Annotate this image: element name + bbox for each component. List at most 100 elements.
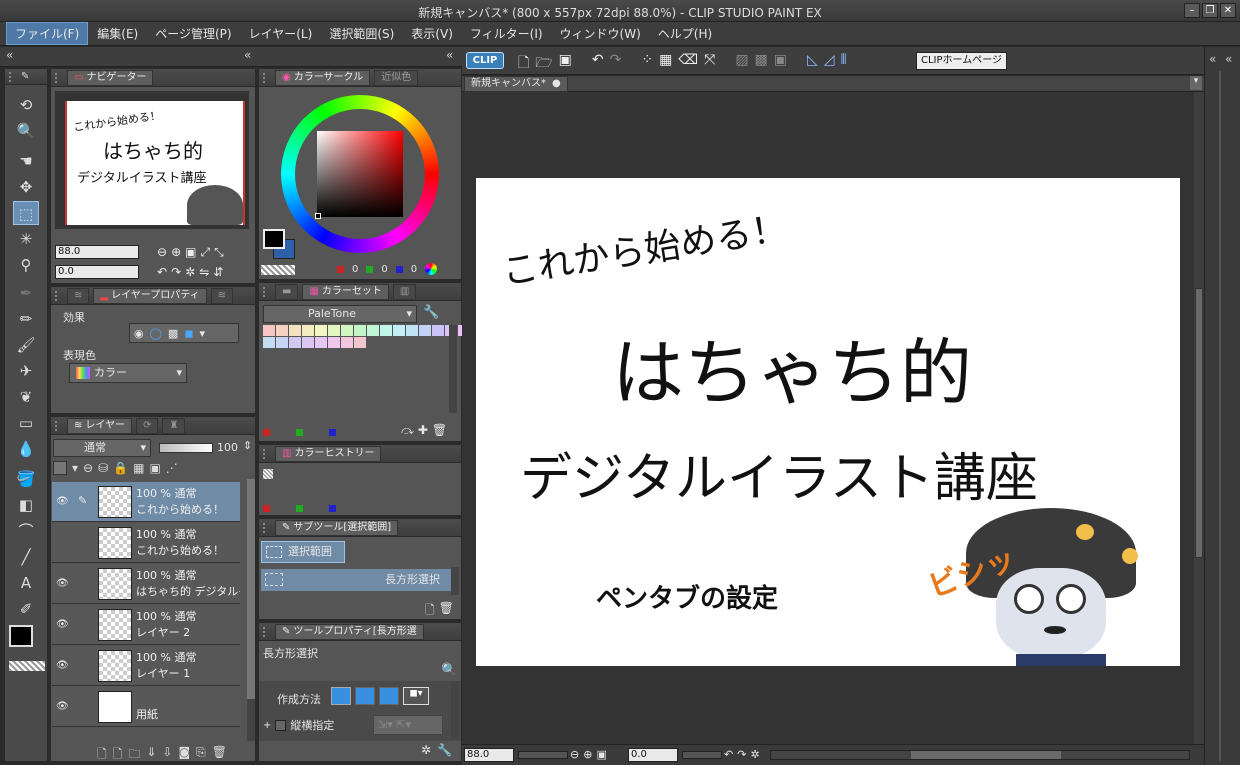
blend-tool-icon[interactable]: 💧	[13, 437, 39, 461]
color-set-select[interactable]: PaleTone ▾	[263, 305, 417, 323]
flip-horizontal-icon[interactable]: ⇋	[199, 265, 209, 279]
tone-effect-icon[interactable]: ◯	[150, 327, 162, 340]
figure-tool-icon[interactable]: ⌒	[13, 519, 39, 543]
layer-tab[interactable]: ≋ レイヤー	[67, 417, 133, 434]
hue-ring[interactable]	[281, 95, 439, 253]
canvas-area[interactable]: これから始める！ はちゃち的 デジタルイラスト講座 ペンタブの設定 ビシッ	[462, 92, 1204, 744]
canvas[interactable]: これから始める！ はちゃち的 デジタルイラスト講座 ペンタブの設定 ビシッ	[476, 178, 1180, 666]
navigator-rotation-field[interactable]: 0.0	[55, 265, 139, 279]
selection-mode-dropdown[interactable]: ◼▾	[403, 687, 429, 705]
color-swatch[interactable]	[276, 337, 288, 348]
magic-wand-icon[interactable]: ✳	[13, 227, 39, 251]
blend-mode-select[interactable]: 通常 ▾	[53, 439, 151, 457]
visibility-eye-icon[interactable]: 👁	[56, 660, 70, 671]
menu-view[interactable]: 表示(V)	[403, 23, 461, 44]
menu-selection[interactable]: 選択範囲(S)	[321, 23, 402, 44]
add-selection-icon[interactable]	[355, 687, 375, 705]
color-swatch[interactable]	[367, 325, 379, 336]
color-swatch[interactable]	[276, 325, 288, 336]
collapse-mid2-icon[interactable]: «	[446, 47, 453, 63]
main-color-swatch[interactable]	[9, 625, 33, 647]
eraser-tool-icon[interactable]: ▭	[13, 411, 39, 435]
status-rotation-field[interactable]: 0.0	[628, 748, 678, 762]
airbrush-tool-icon[interactable]: ✈	[13, 359, 39, 383]
rotate-right-icon[interactable]: ↷	[171, 265, 181, 279]
opacity-slider[interactable]	[159, 443, 213, 453]
close-tab-icon[interactable]: ●	[552, 77, 561, 91]
opacity-spin-icon[interactable]: ⇕	[243, 439, 252, 452]
visibility-eye-icon[interactable]: 👁	[56, 701, 70, 712]
menu-help[interactable]: ヘルプ(H)	[650, 23, 720, 44]
move-tool-icon[interactable]: ✥	[13, 175, 39, 199]
sub-tool-tab[interactable]: ✎ サブツール[選択範囲]	[275, 519, 399, 536]
transform-icon[interactable]: ⤧	[704, 52, 715, 76]
selection-tool-icon[interactable]: ⬚	[13, 201, 39, 225]
animation-tab[interactable]: ⟳	[136, 417, 159, 434]
aspect-type-select[interactable]: ⇲▾ ⇱▾	[373, 715, 443, 735]
brush-tool-icon[interactable]: 🖌	[13, 333, 39, 357]
color-set-settings-icon[interactable]: 🔧	[423, 305, 439, 320]
subtract-selection-icon[interactable]	[379, 687, 399, 705]
tool-property-scrollbar[interactable]	[451, 681, 459, 739]
correct-line-tool-icon[interactable]: ✐	[13, 597, 39, 621]
collapse-mid-icon[interactable]: «	[244, 47, 251, 63]
close-icon[interactable]: ✕	[1220, 3, 1236, 18]
color-swatch[interactable]	[341, 325, 353, 336]
color-history-tab[interactable]: ▥ カラーヒストリー	[275, 445, 382, 462]
layer-other-tab[interactable]: ≋	[210, 287, 233, 304]
reset-settings-icon[interactable]: ✲	[421, 743, 431, 757]
flip-vertical-icon[interactable]: ⇵	[213, 265, 223, 279]
color-swatch[interactable]	[315, 325, 327, 336]
tab-list-icon[interactable]: ▾	[1190, 76, 1202, 90]
mask-enable-icon[interactable]: ▣	[149, 461, 160, 475]
gradient-tool-icon[interactable]: ◧	[13, 493, 39, 517]
merge-down-icon[interactable]: ⇓	[146, 745, 156, 765]
select-layer-icon[interactable]: ▣	[774, 52, 787, 76]
save-icon[interactable]: ▣	[559, 52, 572, 76]
color-swatch[interactable]	[328, 337, 340, 348]
color-swatch[interactable]	[263, 325, 275, 336]
undo-icon[interactable]: ↶	[592, 52, 604, 76]
create-mask-icon[interactable]: ◙	[178, 745, 190, 765]
status-rotation-slider[interactable]	[682, 751, 722, 759]
transfer-down-icon[interactable]: ⇩	[162, 745, 172, 765]
delete-sub-tool-icon[interactable]: 🗑	[439, 601, 454, 622]
expand-right-icon[interactable]: «	[1209, 51, 1216, 67]
new-raster-layer-icon[interactable]: 🗋	[97, 745, 107, 765]
clip-logo-button[interactable]: CLIP	[466, 52, 504, 69]
color-swatch[interactable]	[302, 325, 314, 336]
tool-settings-icon[interactable]: 🔧	[437, 743, 452, 757]
layer-row[interactable]: 👁 用紙	[52, 687, 240, 727]
status-zoom-in-icon[interactable]: ⊕	[583, 748, 592, 761]
clip-home-button[interactable]: CLIPホームページ	[916, 52, 1008, 70]
aspect-checkbox[interactable]	[275, 719, 287, 731]
color-swatch[interactable]	[406, 325, 418, 336]
new-selection-icon[interactable]	[331, 687, 351, 705]
lock-layer-icon[interactable]: 🔒	[113, 461, 128, 475]
hand-tool-icon[interactable]: ☚	[13, 149, 39, 173]
red-value[interactable]: 0	[352, 264, 358, 275]
color-swatch[interactable]	[263, 337, 275, 348]
circle-main-color[interactable]	[263, 229, 285, 249]
color-swatch[interactable]	[380, 325, 392, 336]
color-swatch[interactable]	[315, 337, 327, 348]
layer-search-tab[interactable]: ≋	[67, 287, 90, 304]
color-circle-tab[interactable]: ◉ カラーサークル	[275, 69, 371, 86]
maximize-icon[interactable]: ❐	[1202, 3, 1218, 18]
opacity-value[interactable]: 100	[217, 439, 241, 457]
layer-color-effect-icon[interactable]: ◼	[184, 327, 193, 340]
status-reset-rotation-icon[interactable]: ✲	[750, 748, 759, 761]
history-transparent-swatch[interactable]	[263, 469, 273, 479]
status-zoom-slider[interactable]	[518, 751, 568, 759]
saturation-value-square[interactable]	[317, 131, 403, 217]
zoom-out-icon[interactable]: ⊖	[157, 245, 167, 260]
fit-window-icon[interactable]: ⤡	[214, 245, 224, 260]
eyedropper-icon[interactable]: ⚲	[13, 253, 39, 277]
text-tool-icon[interactable]: A	[13, 571, 39, 595]
fill-tool-icon[interactable]: 🪣	[13, 467, 39, 491]
color-swatch[interactable]	[419, 325, 431, 336]
pencil-tool-icon[interactable]: ✏	[13, 307, 39, 331]
color-swatch[interactable]	[341, 337, 353, 348]
apply-mask-icon[interactable]: ⎘	[196, 745, 206, 765]
status-rotate-right-icon[interactable]: ↷	[737, 748, 746, 761]
